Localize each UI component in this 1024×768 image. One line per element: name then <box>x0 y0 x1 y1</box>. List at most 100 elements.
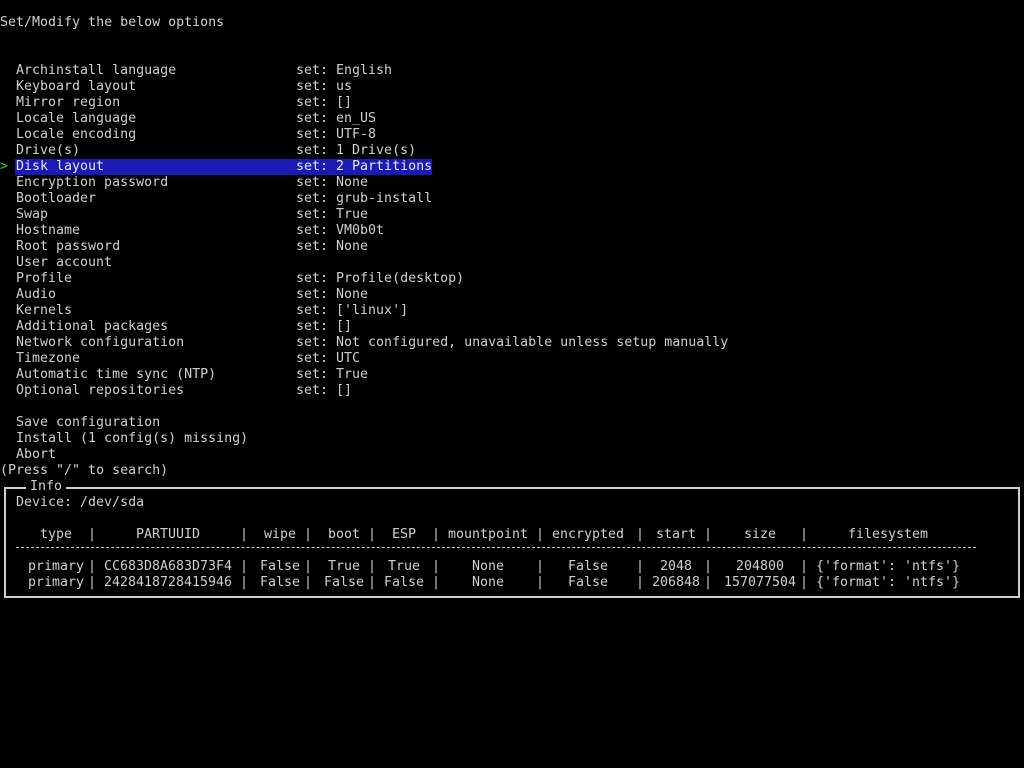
column-divider: | <box>636 559 645 574</box>
menu-item-label: Network configuration <box>16 335 185 350</box>
column-header: encrypted <box>551 527 625 542</box>
menu-item-encryption-password[interactable]: Encryption password set: None <box>0 175 1024 191</box>
table-cell: CC683D8A683D73F4 <box>103 559 233 574</box>
menu-item-label: Optional repositories <box>16 383 185 398</box>
column-divider: | <box>800 527 809 542</box>
column-header: mountpoint <box>447 527 529 542</box>
column-divider: | <box>304 559 313 574</box>
menu-item-label: Locale encoding <box>16 127 137 142</box>
column-divider: | <box>304 527 313 542</box>
table-cell: 157077504 <box>723 575 797 590</box>
menu-item-value: set: us <box>296 79 353 94</box>
menu-item-locale-encoding[interactable]: Locale encoding set: UTF-8 <box>0 127 1024 143</box>
menu-item-value: set: ['linux'] <box>296 303 409 318</box>
menu-item-value: set: grub-install <box>296 191 433 206</box>
table-cell: 2048 <box>659 559 693 574</box>
menu-item-hostname[interactable]: Hostname set: VM0b0t <box>0 223 1024 239</box>
menu-item-bootloader[interactable]: Bootloader set: grub-install <box>0 191 1024 207</box>
menu-item-locale-language[interactable]: Locale language set: en_US <box>0 111 1024 127</box>
table-cell: False <box>259 559 301 574</box>
menu-item-label: Hostname <box>16 223 81 238</box>
action-install-1-config-s-missing[interactable]: Install (1 config(s) missing) <box>0 431 1024 447</box>
menu-item-value: set: 2 Partitions <box>296 159 433 174</box>
menu-item-automatic-time-sync-ntp[interactable]: Automatic time sync (NTP) set: True <box>0 367 1024 383</box>
page-header: Set/Modify the below options <box>0 15 225 30</box>
menu-item-label: Profile <box>16 271 73 286</box>
column-header: type <box>39 527 73 542</box>
menu-item-value: set: UTF-8 <box>296 127 377 142</box>
column-divider: | <box>800 559 809 574</box>
column-divider: | <box>240 575 249 590</box>
menu-item-label: Locale language <box>16 111 137 126</box>
table-cell: False <box>323 575 365 590</box>
column-divider: | <box>536 527 545 542</box>
table-separator <box>16 547 976 548</box>
column-divider: | <box>88 575 97 590</box>
column-divider: | <box>240 527 249 542</box>
column-divider: | <box>536 575 545 590</box>
menu-item-profile[interactable]: Profile set: Profile(desktop) <box>0 271 1024 287</box>
menu-item-user-account[interactable]: User account <box>0 255 1024 271</box>
menu-item-label: Keyboard layout <box>16 79 137 94</box>
menu-item-label: Disk layout <box>16 159 105 174</box>
menu-item-archinstall-language[interactable]: Archinstall language set: English <box>0 63 1024 79</box>
menu-item-value: set: VM0b0t <box>296 223 385 238</box>
table-cell: True <box>387 559 421 574</box>
menu-item-label: Additional packages <box>16 319 169 334</box>
menu-item-value: set: 1 Drive(s) <box>296 143 417 158</box>
table-cell: primary <box>27 575 85 590</box>
table-cell: None <box>471 559 505 574</box>
column-divider: | <box>240 559 249 574</box>
column-header: start <box>655 527 697 542</box>
menu-item-value: set: [] <box>296 383 353 398</box>
action-label: Save configuration <box>16 415 161 430</box>
menu-item-timezone[interactable]: Timezone set: UTC <box>0 351 1024 367</box>
column-divider: | <box>432 575 441 590</box>
menu-item-label: Bootloader <box>16 191 97 206</box>
table-cell: False <box>383 575 425 590</box>
column-divider: | <box>432 527 441 542</box>
table-cell: {'format': 'ntfs'} <box>815 575 961 590</box>
table-cell: True <box>327 559 361 574</box>
menu-item-value: set: True <box>296 207 369 222</box>
device-path: Device: /dev/sda <box>16 495 145 510</box>
menu-item-label: Automatic time sync (NTP) <box>16 367 217 382</box>
menu-item-additional-packages[interactable]: Additional packages set: [] <box>0 319 1024 335</box>
menu-item-disk-layout[interactable]: > Disk layout set: 2 Partitions <box>0 159 1024 175</box>
menu-item-swap[interactable]: Swap set: True <box>0 207 1024 223</box>
column-header: PARTUUID <box>135 527 201 542</box>
menu-item-label: Drive(s) <box>16 143 81 158</box>
menu-item-label: Archinstall language <box>16 63 177 78</box>
menu-item-value: set: Profile(desktop) <box>296 271 465 286</box>
column-header: boot <box>327 527 361 542</box>
column-divider: | <box>800 575 809 590</box>
action-label: Install (1 config(s) missing) <box>16 431 249 446</box>
menu-item-optional-repositories[interactable]: Optional repositories set: [] <box>0 383 1024 399</box>
table-cell: False <box>259 575 301 590</box>
menu-item-value: set: UTC <box>296 351 361 366</box>
menu-item-value: set: None <box>296 287 369 302</box>
column-divider: | <box>368 559 377 574</box>
action-abort[interactable]: Abort <box>0 447 1024 463</box>
menu-item-audio[interactable]: Audio set: None <box>0 287 1024 303</box>
table-cell: 204800 <box>735 559 785 574</box>
column-divider: | <box>704 559 713 574</box>
column-divider: | <box>88 559 97 574</box>
table-cell: primary <box>27 559 85 574</box>
menu-item-network-configuration[interactable]: Network configuration set: Not configured… <box>0 335 1024 351</box>
menu-item-value: set: en_US <box>296 111 377 126</box>
menu-item-value: set: None <box>296 239 369 254</box>
info-panel-title: Info <box>26 479 67 495</box>
menu-item-kernels[interactable]: Kernels set: ['linux'] <box>0 303 1024 319</box>
column-divider: | <box>304 575 313 590</box>
action-save-configuration[interactable]: Save configuration <box>0 415 1024 431</box>
menu-item-root-password[interactable]: Root password set: None <box>0 239 1024 255</box>
table-cell: 2428418728415946 <box>103 575 233 590</box>
menu-item-value: set: Not configured, unavailable unless … <box>296 335 729 350</box>
menu-item-mirror-region[interactable]: Mirror region set: [] <box>0 95 1024 111</box>
menu-item-keyboard-layout[interactable]: Keyboard layout set: us <box>0 79 1024 95</box>
menu-item-drive-s[interactable]: Drive(s) set: 1 Drive(s) <box>0 143 1024 159</box>
column-divider: | <box>636 527 645 542</box>
table-cell: None <box>471 575 505 590</box>
column-divider: | <box>636 575 645 590</box>
